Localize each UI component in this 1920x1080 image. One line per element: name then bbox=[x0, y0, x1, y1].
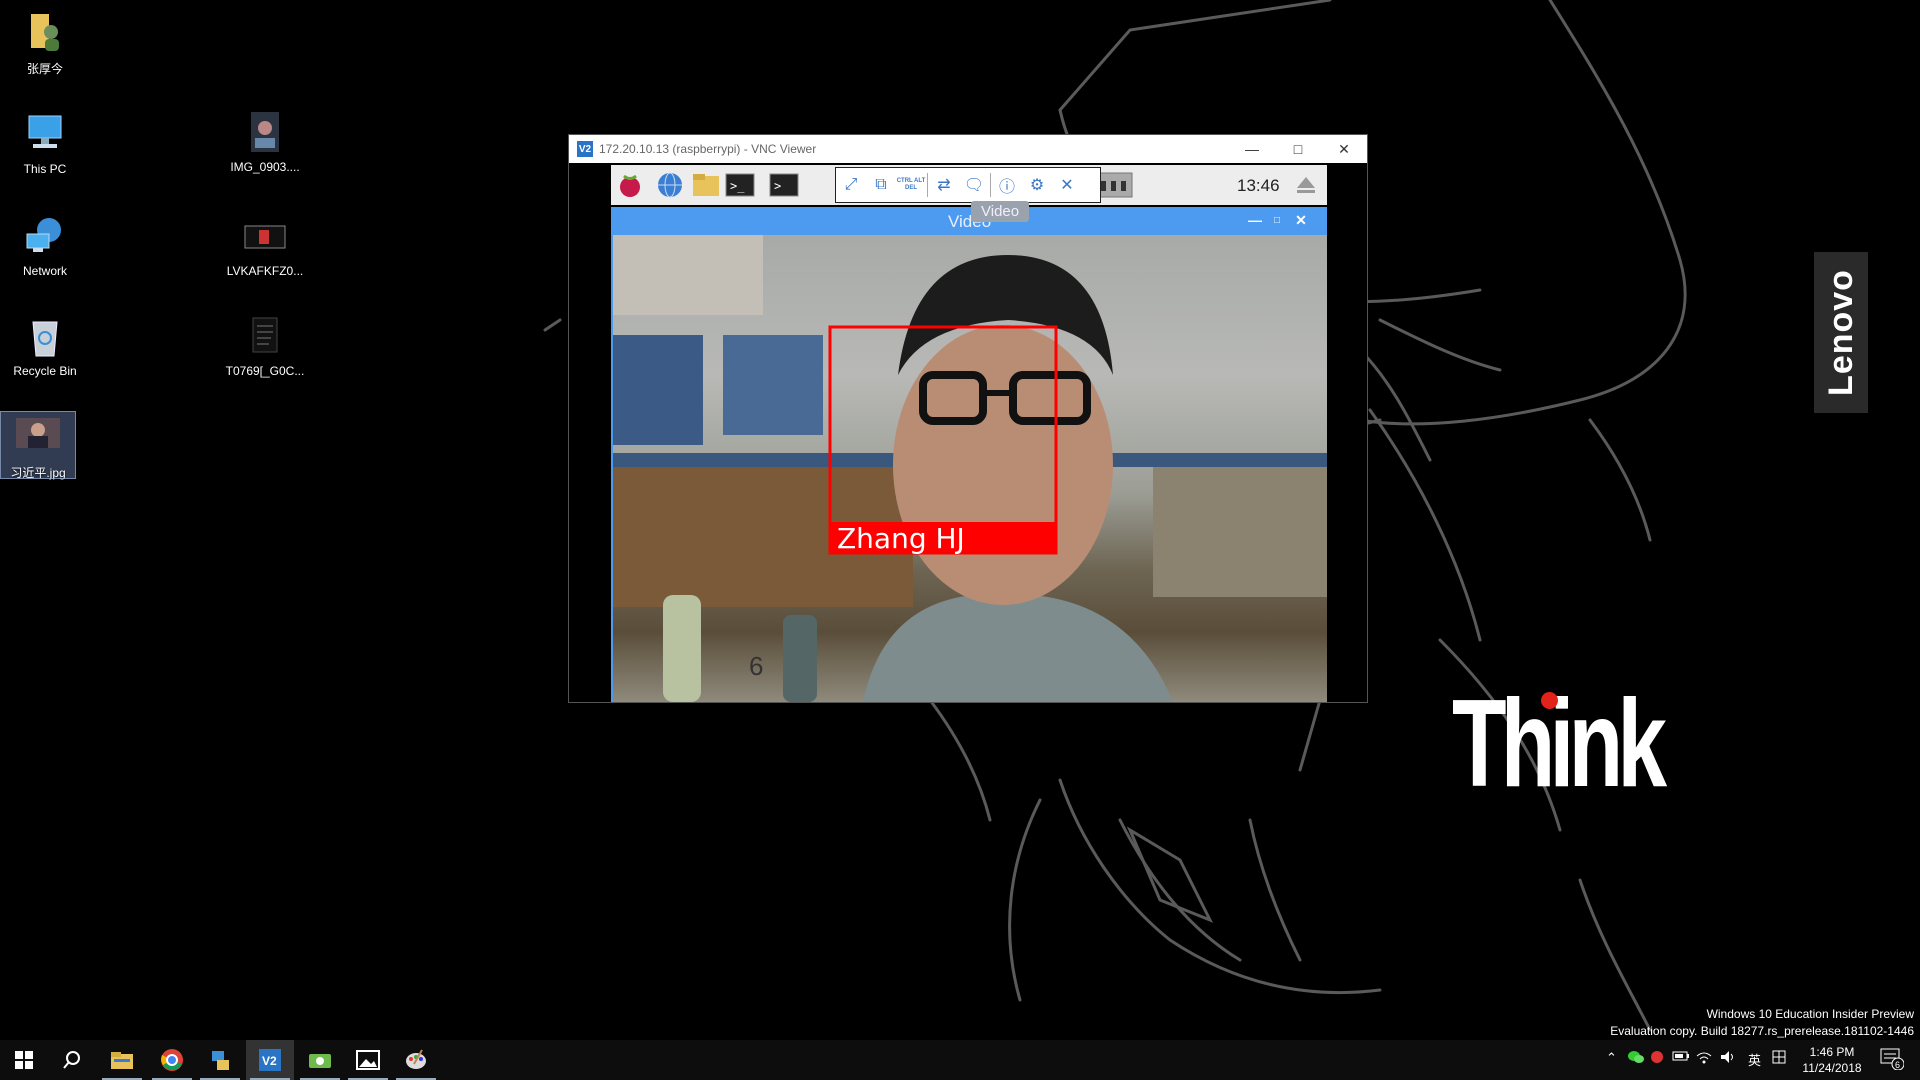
wifi-icon[interactable] bbox=[1696, 1050, 1712, 1067]
vnc-app-icon: V2 bbox=[577, 141, 593, 157]
desktop-icon-img0903[interactable]: IMG_0903.... bbox=[220, 108, 310, 174]
taskbar-date: 11/24/2018 bbox=[1802, 1061, 1862, 1075]
show-hidden-icons-icon[interactable]: ⌃ bbox=[1606, 1050, 1617, 1066]
bottle bbox=[783, 615, 817, 702]
desktop-icon-user-folder[interactable]: 张厚今 bbox=[0, 8, 90, 77]
vnc-viewer-window[interactable]: V2 172.20.10.13 (raspberrypi) - VNC View… bbox=[568, 134, 1368, 703]
toolbar-separator bbox=[927, 173, 928, 197]
vnc-toolbar: ⤢ ⧉ CTRL ALT DEL ⇄ 🗨 ⓘ ⚙ ✕ bbox=[835, 167, 1101, 203]
os-watermark: Windows 10 Education Insider Preview Eva… bbox=[1610, 1006, 1914, 1040]
app-green-icon[interactable] bbox=[296, 1040, 344, 1080]
eject-icon[interactable] bbox=[1289, 169, 1323, 201]
image-file-icon bbox=[14, 412, 62, 460]
image-file-icon bbox=[241, 108, 289, 156]
desktop-icon-label: This PC bbox=[23, 162, 67, 176]
search-icon[interactable] bbox=[48, 1040, 96, 1080]
wall-poster bbox=[613, 335, 703, 445]
video-close-button[interactable]: ✕ bbox=[1291, 210, 1311, 230]
vnc-viewer-icon[interactable]: V2 bbox=[246, 1040, 294, 1080]
desktop-icon-this-pc[interactable]: This PC bbox=[0, 110, 90, 176]
camera-frame: 6 Zhang HJ bbox=[613, 235, 1327, 702]
lenovo-logo: Lenovo bbox=[1814, 252, 1868, 413]
desktop-icon-label: T0769[_G0C... bbox=[225, 364, 305, 378]
wall-poster bbox=[723, 335, 823, 435]
desktop-icon-label: LVKAFKFZ0... bbox=[226, 264, 304, 278]
paint-icon[interactable] bbox=[392, 1040, 440, 1080]
video-window[interactable]: Video — □ ✕ 6 Zhang HJ bbox=[611, 207, 1327, 702]
close-connection-icon[interactable]: ✕ bbox=[1052, 170, 1082, 200]
vnc-window-title: 172.20.10.13 (raspberrypi) - VNC Viewer bbox=[599, 142, 817, 156]
desktop-icon-t0769[interactable]: T0769[_G0C... bbox=[220, 312, 310, 378]
gear-icon[interactable]: ⚙ bbox=[1022, 170, 1052, 200]
desktop-icon-recycle-bin[interactable]: Recycle Bin bbox=[0, 312, 90, 378]
think-logo-dot bbox=[1541, 692, 1558, 709]
computer-icon bbox=[21, 110, 69, 158]
video-minimize-button[interactable]: — bbox=[1245, 210, 1265, 230]
minimize-button[interactable]: — bbox=[1229, 135, 1275, 163]
document-icon bbox=[241, 312, 289, 360]
ctrl-alt-del-button[interactable]: CTRL ALT DEL bbox=[896, 170, 926, 200]
image-file-icon bbox=[241, 212, 289, 260]
fullscreen-icon[interactable]: ⤢ bbox=[836, 170, 866, 200]
raspberry-menu-icon[interactable] bbox=[613, 169, 647, 201]
desktop-icon-network[interactable]: Network bbox=[0, 212, 90, 278]
file-explorer-icon[interactable] bbox=[98, 1040, 146, 1080]
info-icon[interactable]: ⓘ bbox=[992, 170, 1022, 200]
svg-text:V2: V2 bbox=[262, 1054, 277, 1068]
taskbar: V2 ⌃ 英 1:46 PM 11/24/2018 6 bbox=[0, 1040, 1920, 1080]
notification-count: 6 bbox=[1895, 1060, 1900, 1070]
chrome-icon[interactable] bbox=[148, 1040, 196, 1080]
desktop-icon-label: 习近平.jpg bbox=[10, 466, 66, 480]
shelf bbox=[1153, 467, 1327, 597]
taskbar-clock[interactable]: 1:46 PM 11/24/2018 bbox=[1800, 1044, 1864, 1076]
desktop-icon-jpg[interactable]: 习近平.jpg bbox=[0, 411, 76, 480]
watermark-line: Windows 10 Education Insider Preview bbox=[1706, 1007, 1914, 1021]
person-shirt bbox=[863, 595, 1173, 702]
scale-icon[interactable]: ⧉ bbox=[866, 170, 896, 200]
vnc-title-bar[interactable]: V2 172.20.10.13 (raspberrypi) - VNC View… bbox=[569, 135, 1367, 163]
transfer-files-icon[interactable]: ⇄ bbox=[929, 170, 959, 200]
toolbar-separator bbox=[990, 173, 991, 197]
file-manager-icon[interactable] bbox=[689, 169, 723, 201]
battery-icon[interactable] bbox=[1672, 1050, 1690, 1065]
antivirus-icon[interactable] bbox=[1650, 1050, 1664, 1067]
desktop-icon-label: Network bbox=[22, 264, 67, 278]
desktop-icon-label: Recycle Bin bbox=[13, 364, 77, 378]
water-bottle bbox=[663, 595, 701, 702]
windows-start-icon[interactable] bbox=[0, 1040, 48, 1080]
desktop-icon-label: 张厚今 bbox=[26, 62, 63, 76]
speaker-icon[interactable] bbox=[1720, 1050, 1736, 1067]
recycle-bin-icon bbox=[21, 312, 69, 360]
network-tool-icon[interactable] bbox=[196, 1040, 244, 1080]
person-face bbox=[893, 325, 1113, 605]
frame-digit: 6 bbox=[749, 651, 763, 681]
panel-clock: 13:46 bbox=[1237, 176, 1280, 195]
watermark-line: Evaluation copy. Build 18277.rs_prerelea… bbox=[1610, 1024, 1914, 1038]
photos-icon[interactable] bbox=[344, 1040, 392, 1080]
network-icon bbox=[21, 212, 69, 260]
face-label: Zhang HJ bbox=[837, 522, 965, 555]
close-button[interactable]: ✕ bbox=[1321, 135, 1367, 163]
svg-text:>: > bbox=[774, 179, 781, 193]
tooltip: Video bbox=[971, 201, 1030, 222]
ime-indicator[interactable]: 英 bbox=[1748, 1050, 1761, 1069]
action-center-icon[interactable]: 6 bbox=[1880, 1048, 1905, 1073]
chat-icon[interactable]: 🗨 bbox=[959, 170, 989, 200]
maximize-button[interactable]: □ bbox=[1275, 135, 1321, 163]
terminal-icon[interactable]: >_ bbox=[723, 169, 757, 201]
user-folder-icon bbox=[21, 8, 69, 56]
svg-text:>_: >_ bbox=[730, 179, 745, 193]
terminal-icon-2[interactable]: > bbox=[767, 169, 801, 201]
wechat-icon[interactable] bbox=[1628, 1050, 1644, 1067]
video-title-bar[interactable]: Video — □ ✕ bbox=[611, 207, 1327, 235]
taskbar-time: 1:46 PM bbox=[1809, 1045, 1855, 1059]
keyboard-layout-icon[interactable] bbox=[1772, 1050, 1786, 1067]
video-maximize-button[interactable]: □ bbox=[1267, 210, 1287, 230]
web-browser-icon[interactable] bbox=[653, 169, 687, 201]
wall-poster bbox=[613, 235, 763, 315]
desktop-icon-lvkafkfz[interactable]: LVKAFKFZ0... bbox=[220, 212, 310, 278]
desktop-icon-label: IMG_0903.... bbox=[230, 160, 300, 174]
